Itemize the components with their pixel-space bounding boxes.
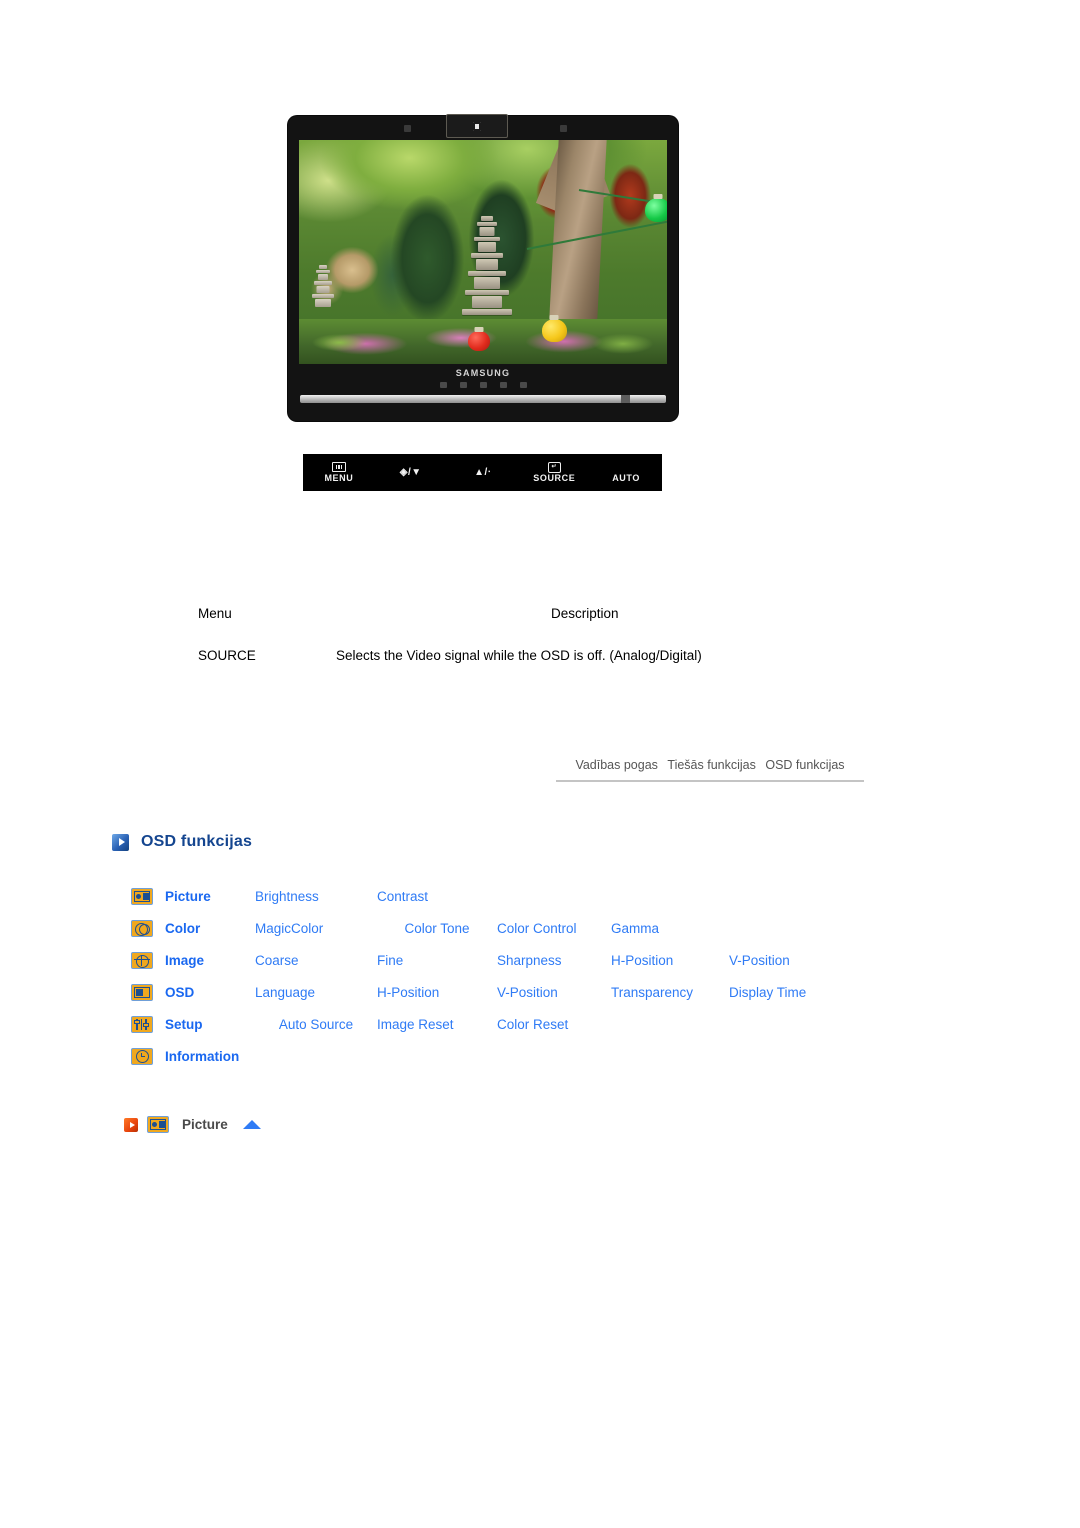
osd-item-transparency[interactable]: Transparency bbox=[611, 985, 729, 1000]
osd-item-color-tone[interactable]: Color Tone bbox=[377, 921, 497, 936]
blue-play-icon bbox=[112, 833, 129, 851]
osd-menu-image[interactable]: Image bbox=[165, 953, 255, 968]
menu-button[interactable]: MENU bbox=[303, 462, 375, 483]
table-header-row: Menu Description bbox=[170, 606, 930, 621]
monitor-button-4[interactable] bbox=[499, 382, 507, 388]
osd-item-color-reset[interactable]: Color Reset bbox=[497, 1017, 611, 1032]
picture-subsection-heading: Picture bbox=[124, 1116, 261, 1133]
osd-menu-setup[interactable]: Setup bbox=[165, 1017, 255, 1032]
row-description-source: Selects the Video signal while the OSD i… bbox=[336, 648, 702, 663]
osd-row-image: Image Coarse Fine Sharpness H-Position V… bbox=[131, 944, 931, 976]
osd-item-sharpness[interactable]: Sharpness bbox=[497, 953, 611, 968]
osd-item-brightness[interactable]: Brightness bbox=[255, 889, 377, 904]
menu-description-table: Menu Description SOURCE Selects the Vide… bbox=[170, 606, 930, 663]
bezel-center-button[interactable] bbox=[446, 114, 508, 138]
osd-menu-color[interactable]: Color bbox=[165, 921, 255, 936]
breadcrumb-item-direct-functions[interactable]: Tiešās funkcijas bbox=[664, 758, 758, 772]
osd-item-image-v-position[interactable]: V-Position bbox=[729, 953, 790, 968]
photo-pagoda bbox=[457, 216, 516, 324]
monitor-screen bbox=[299, 140, 667, 364]
photo-lantern-red bbox=[468, 326, 491, 351]
monitor-button-5[interactable] bbox=[519, 382, 527, 388]
osd-item-coarse[interactable]: Coarse bbox=[255, 953, 377, 968]
monitor-button-2[interactable] bbox=[459, 382, 467, 388]
control-button-strip: MENU ◈/▼ ▲/ᐧ ↵ SOURCE AUTO bbox=[303, 454, 662, 491]
breadcrumb: Vadības pogas Tiešās funkcijas OSD funkc… bbox=[556, 758, 864, 782]
brightness-down-icon: ◈/▼ bbox=[399, 467, 422, 478]
bezel-dot-left bbox=[404, 125, 411, 132]
brightness-down-button[interactable]: ◈/▼ bbox=[375, 467, 447, 478]
menu-icon bbox=[331, 462, 346, 472]
osd-item-osd-v-position[interactable]: V-Position bbox=[497, 985, 611, 1000]
osd-row-osd: OSD Language H-Position V-Position Trans… bbox=[131, 976, 931, 1008]
section-heading: OSD funkcijas bbox=[112, 833, 252, 851]
subsection-label: Picture bbox=[182, 1117, 228, 1132]
osd-item-gamma[interactable]: Gamma bbox=[611, 921, 729, 936]
monitor-body: SAMSUNG bbox=[288, 114, 678, 421]
breadcrumb-divider bbox=[556, 780, 864, 782]
blue-up-triangle-icon[interactable] bbox=[242, 1120, 261, 1129]
page-title: OSD funkcijas bbox=[141, 833, 253, 850]
osd-item-language[interactable]: Language bbox=[255, 985, 377, 1000]
header-description: Description bbox=[551, 606, 619, 621]
osd-item-fine[interactable]: Fine bbox=[377, 953, 497, 968]
setup-icon bbox=[131, 1015, 153, 1033]
monitor-button-3[interactable] bbox=[479, 382, 487, 388]
osd-row-color: Color MagicColor Color Tone Color Contro… bbox=[131, 912, 931, 944]
osd-row-information: Information bbox=[131, 1040, 931, 1072]
source-icon: ↵ bbox=[547, 461, 561, 473]
picture-icon bbox=[131, 887, 153, 905]
breadcrumb-item-osd-functions[interactable]: OSD funkcijas bbox=[762, 758, 847, 772]
osd-item-color-control[interactable]: Color Control bbox=[497, 921, 611, 936]
color-icon bbox=[131, 919, 153, 937]
monitor-stand-bar bbox=[300, 395, 666, 403]
monitor-button-1[interactable] bbox=[439, 382, 447, 388]
monitor-illustration: SAMSUNG bbox=[288, 114, 678, 421]
menu-button-label: MENU bbox=[324, 473, 354, 483]
osd-item-display-time[interactable]: Display Time bbox=[729, 985, 806, 1000]
osd-item-magiccolor[interactable]: MagicColor bbox=[255, 921, 377, 936]
bezel-dot-right bbox=[560, 125, 567, 132]
osd-item-contrast[interactable]: Contrast bbox=[377, 889, 497, 904]
source-button-label: SOURCE bbox=[533, 473, 576, 483]
osd-row-picture: Picture Brightness Contrast bbox=[131, 880, 931, 912]
monitor-button-row bbox=[288, 382, 678, 388]
photo-lantern-green bbox=[645, 194, 667, 223]
osd-item-image-h-position[interactable]: H-Position bbox=[611, 953, 729, 968]
volume-up-button[interactable]: ▲/ᐧ bbox=[447, 467, 519, 478]
auto-button-label: AUTO bbox=[612, 473, 640, 483]
osd-menu-osd[interactable]: OSD bbox=[165, 985, 255, 1000]
orange-play-icon[interactable] bbox=[124, 1117, 138, 1132]
volume-up-icon: ▲/ᐧ bbox=[474, 467, 491, 478]
information-icon bbox=[131, 1047, 153, 1065]
picture-icon bbox=[147, 1116, 169, 1133]
samsung-logo: SAMSUNG bbox=[455, 368, 511, 378]
osd-row-setup: Setup Auto Source Image Reset Color Rese… bbox=[131, 1008, 931, 1040]
header-menu: Menu bbox=[198, 606, 232, 621]
breadcrumb-item-control-buttons[interactable]: Vadības pogas bbox=[572, 758, 660, 772]
auto-button[interactable]: AUTO bbox=[590, 462, 662, 483]
source-button[interactable]: ↵ SOURCE bbox=[518, 461, 590, 483]
osd-menu-picture[interactable]: Picture bbox=[165, 889, 255, 904]
osd-function-table: Picture Brightness Contrast Color MagicC… bbox=[131, 880, 931, 1072]
osd-item-osd-h-position[interactable]: H-Position bbox=[377, 985, 497, 1000]
osd-item-auto-source[interactable]: Auto Source bbox=[255, 1017, 377, 1032]
screen-photo-garden bbox=[299, 140, 667, 364]
osd-menu-information[interactable]: Information bbox=[165, 1049, 239, 1064]
osd-item-image-reset[interactable]: Image Reset bbox=[377, 1017, 497, 1032]
row-menu-source: SOURCE bbox=[198, 648, 256, 663]
osd-icon bbox=[131, 983, 153, 1001]
photo-lantern-yellow bbox=[541, 314, 567, 342]
monitor-top-bezel bbox=[288, 114, 678, 140]
table-row: SOURCE Selects the Video signal while th… bbox=[170, 648, 930, 663]
image-icon bbox=[131, 951, 153, 969]
